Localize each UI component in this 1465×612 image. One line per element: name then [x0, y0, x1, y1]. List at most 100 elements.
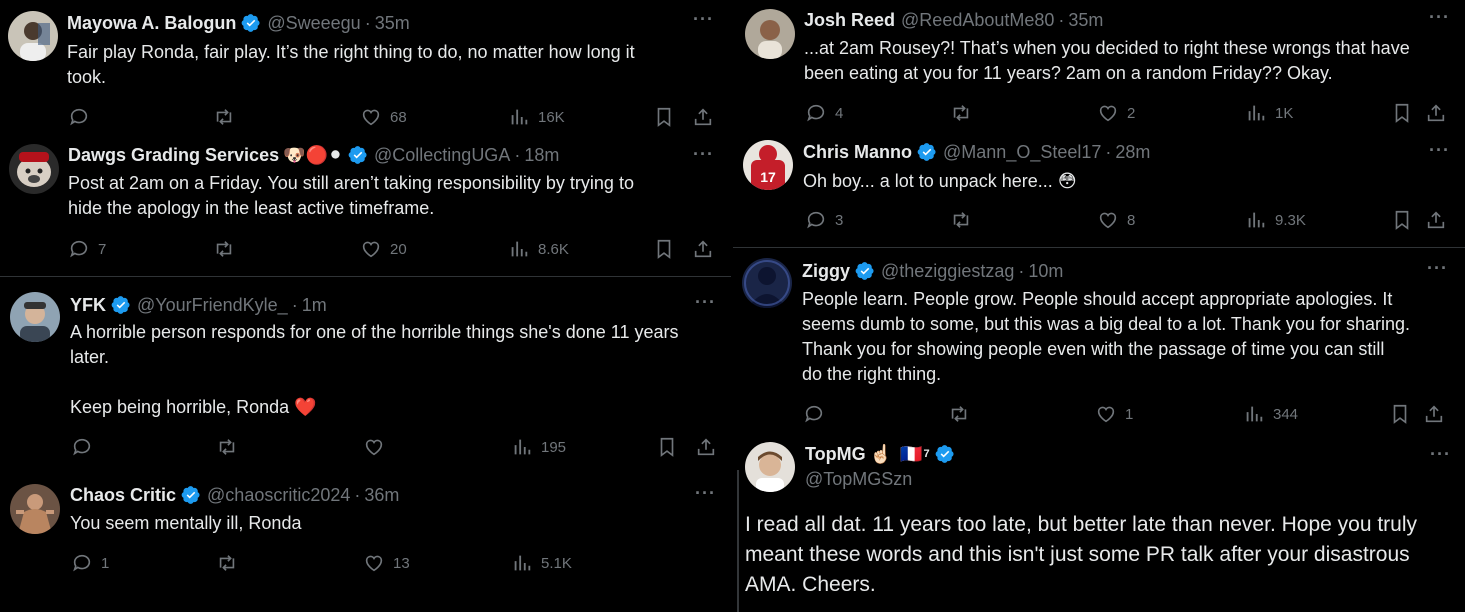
more-icon[interactable]: ···: [1429, 140, 1450, 161]
like-button[interactable]: [363, 436, 393, 458]
reply-button[interactable]: [68, 106, 98, 128]
retweet-icon: [216, 241, 232, 257]
display-name[interactable]: Chaos Critic: [70, 484, 176, 506]
like-button[interactable]: 68: [360, 106, 407, 128]
bookmark-button[interactable]: [1391, 209, 1413, 231]
display-name[interactable]: Chris Manno: [803, 141, 912, 163]
display-name[interactable]: YFK: [70, 294, 106, 316]
handle[interactable]: @Sweeegu: [267, 12, 360, 34]
handle[interactable]: @theziggiestzag: [881, 260, 1014, 282]
timestamp[interactable]: 36m: [364, 484, 399, 506]
avatar[interactable]: [9, 144, 59, 194]
tweet[interactable]: Chaos Critic @chaoscritic2024 · 36m ··· …: [0, 477, 731, 612]
handle[interactable]: @TopMGSzn: [805, 468, 912, 490]
share-button[interactable]: [1425, 209, 1447, 231]
views-button[interactable]: 9.3K: [1245, 209, 1306, 231]
avatar[interactable]: [745, 9, 795, 59]
views-icon: [514, 439, 531, 455]
display-name[interactable]: TopMG: [805, 443, 866, 465]
display-name[interactable]: Ziggy: [802, 260, 850, 282]
tweet[interactable]: 17 Chris Manno @Mann_O_Steel17 · 28m ···…: [733, 132, 1465, 247]
more-icon[interactable]: ···: [1429, 7, 1450, 28]
share-button[interactable]: [692, 106, 714, 128]
bookmark-icon: [1393, 404, 1407, 424]
like-button[interactable]: 2: [1097, 102, 1135, 124]
display-name[interactable]: Mayowa A. Balogun: [67, 12, 236, 34]
reply-button[interactable]: [803, 403, 833, 425]
share-button[interactable]: [695, 436, 717, 458]
like-button[interactable]: 8: [1097, 209, 1135, 231]
timestamp[interactable]: 28m: [1115, 141, 1150, 163]
views-button[interactable]: 195: [511, 436, 566, 458]
retweet-icon: [951, 406, 967, 422]
handle[interactable]: @ReedAboutMe80: [901, 9, 1054, 31]
more-icon[interactable]: ···: [695, 292, 716, 313]
bookmark-button[interactable]: [653, 238, 675, 260]
tweet[interactable]: Mayowa A. Balogun @Sweeegu · 35m ··· Fai…: [0, 0, 731, 140]
timestamp[interactable]: 18m: [524, 144, 559, 166]
timestamp[interactable]: 35m: [1068, 9, 1103, 31]
views-button[interactable]: 1K: [1245, 102, 1293, 124]
more-icon[interactable]: ···: [1427, 258, 1448, 279]
retweet-button[interactable]: [216, 552, 246, 574]
tweet[interactable]: Josh Reed @ReedAboutMe80 · 35m ··· ...at…: [733, 0, 1465, 132]
reply-icon: [70, 240, 88, 258]
retweet-button[interactable]: [213, 106, 243, 128]
bookmark-button[interactable]: [656, 436, 678, 458]
avatar[interactable]: [8, 11, 58, 61]
separator-dot: ·: [364, 13, 371, 33]
tweet-text: Oh boy... a lot to unpack here... 😳: [803, 171, 1077, 191]
views-button[interactable]: 16K: [508, 106, 565, 128]
retweet-button[interactable]: [213, 238, 243, 260]
timestamp[interactable]: 10m: [1028, 260, 1063, 282]
more-icon[interactable]: ···: [693, 144, 714, 165]
timestamp[interactable]: 35m: [375, 12, 410, 34]
tweet-text: Post at 2am on a Friday. You still aren’…: [68, 173, 634, 218]
display-name[interactable]: Dawgs Grading Services: [68, 144, 279, 166]
share-button[interactable]: [1423, 403, 1445, 425]
more-icon[interactable]: ···: [693, 9, 714, 30]
retweet-button[interactable]: [950, 102, 980, 124]
share-button[interactable]: [1425, 102, 1447, 124]
tweet[interactable]: Ziggy @theziggiestzag · 10m ··· People l…: [733, 248, 1465, 436]
bookmark-button[interactable]: [653, 106, 675, 128]
main-tweet[interactable]: TopMG ☝🏻 🇫🇷 7 @TopMGSzn ··· I read all d…: [733, 436, 1465, 612]
like-button[interactable]: 20: [360, 238, 407, 260]
more-icon[interactable]: ···: [695, 483, 716, 504]
tweet[interactable]: YFK @YourFriendKyle_ · 1m ··· A horrible…: [0, 277, 731, 477]
retweet-button[interactable]: [948, 403, 978, 425]
reply-button[interactable]: 7: [68, 238, 106, 260]
like-button[interactable]: 1: [1095, 403, 1133, 425]
avatar[interactable]: [745, 442, 795, 492]
reply-button[interactable]: 3: [805, 209, 843, 231]
reply-button[interactable]: 4: [805, 102, 843, 124]
handle[interactable]: @YourFriendKyle_: [137, 294, 288, 316]
views-button[interactable]: 8.6K: [508, 238, 569, 260]
reply-button[interactable]: [71, 436, 101, 458]
share-button[interactable]: [692, 238, 714, 260]
reply-button[interactable]: 1: [71, 552, 109, 574]
views-button[interactable]: 5.1K: [511, 552, 572, 574]
tweet-text: Fair play Ronda, fair play. It’s the rig…: [67, 42, 635, 87]
handle[interactable]: @Mann_O_Steel17: [943, 141, 1101, 163]
avatar[interactable]: [10, 292, 60, 342]
share-icon: [1427, 104, 1445, 122]
action-bar: 68 16K: [68, 106, 718, 130]
views-button[interactable]: 344: [1243, 403, 1298, 425]
avatar[interactable]: 17: [743, 140, 793, 190]
avatar[interactable]: [742, 258, 792, 308]
handle[interactable]: @chaoscritic2024: [207, 484, 350, 506]
handle[interactable]: @CollectingUGA: [374, 144, 510, 166]
more-icon[interactable]: ···: [1430, 444, 1451, 465]
verified-badge-icon: [241, 14, 260, 32]
tweet[interactable]: Dawgs Grading Services 🐶🔴⚫ @CollectingUG…: [0, 140, 731, 276]
tweet-header: Ziggy @theziggiestzag · 10m: [802, 260, 1063, 282]
avatar[interactable]: [10, 484, 60, 534]
display-name[interactable]: Josh Reed: [804, 9, 895, 31]
timestamp[interactable]: 1m: [302, 294, 327, 316]
retweet-button[interactable]: [216, 436, 246, 458]
retweet-button[interactable]: [950, 209, 980, 231]
like-button[interactable]: 13: [363, 552, 410, 574]
bookmark-button[interactable]: [1391, 102, 1413, 124]
bookmark-button[interactable]: [1389, 403, 1411, 425]
